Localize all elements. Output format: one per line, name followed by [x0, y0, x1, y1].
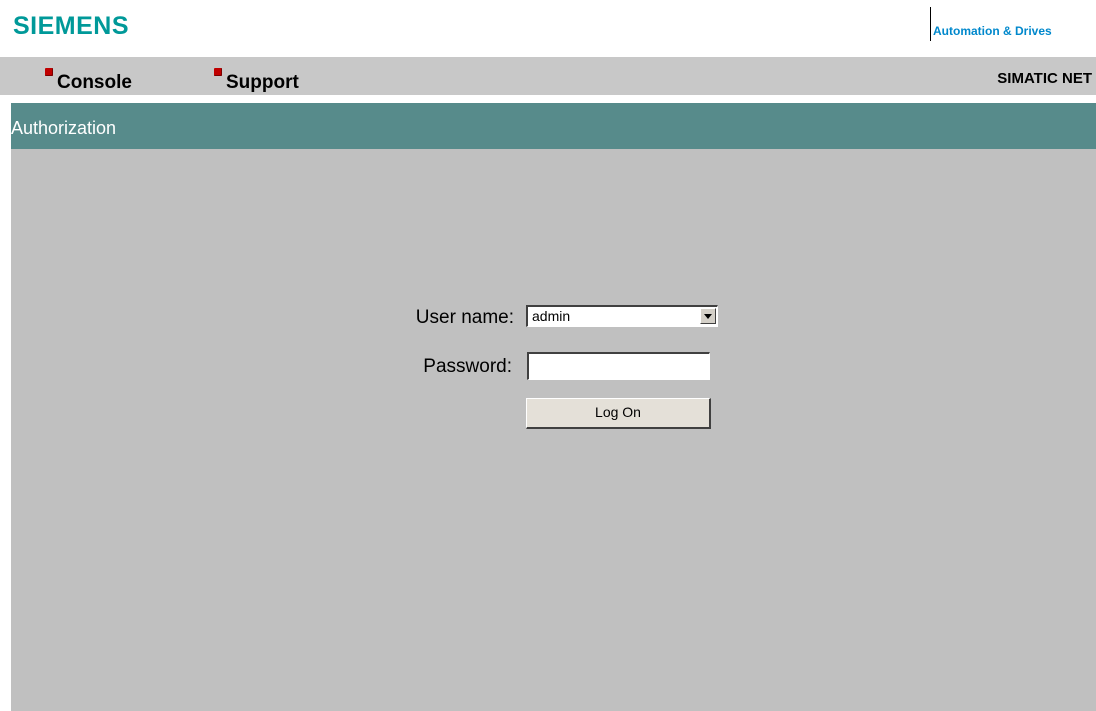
- username-select[interactable]: admin: [526, 305, 718, 327]
- division-label: Automation & Drives: [933, 24, 1052, 38]
- password-field[interactable]: [527, 352, 710, 380]
- header-divider: [930, 7, 931, 41]
- page: SIEMENS Automation & Drives Console Supp…: [0, 0, 1096, 711]
- header: SIEMENS Automation & Drives: [0, 0, 1096, 56]
- nav-item-support[interactable]: Support: [214, 68, 299, 94]
- siemens-logo: SIEMENS: [13, 12, 130, 40]
- nav-item-label: Console: [57, 72, 132, 93]
- red-bullet-icon: [214, 68, 222, 76]
- password-label: Password:: [423, 356, 512, 377]
- nav-item-label: Support: [226, 72, 299, 93]
- page-title: Authorization: [11, 118, 117, 138]
- page-title-bar: Authorization: [11, 99, 1096, 149]
- username-selected-value: admin: [532, 308, 571, 324]
- nav-bar: Console Support SIMATIC NET: [0, 57, 1096, 95]
- log-on-button[interactable]: Log On: [526, 398, 711, 429]
- product-label: SIMATIC NET: [997, 70, 1092, 87]
- nav-item-console[interactable]: Console: [45, 68, 132, 94]
- username-label: User name:: [415, 307, 514, 328]
- chevron-down-icon[interactable]: [700, 308, 716, 324]
- main-content: Authorization User name: admin Password:…: [11, 99, 1096, 711]
- red-bullet-icon: [45, 68, 53, 76]
